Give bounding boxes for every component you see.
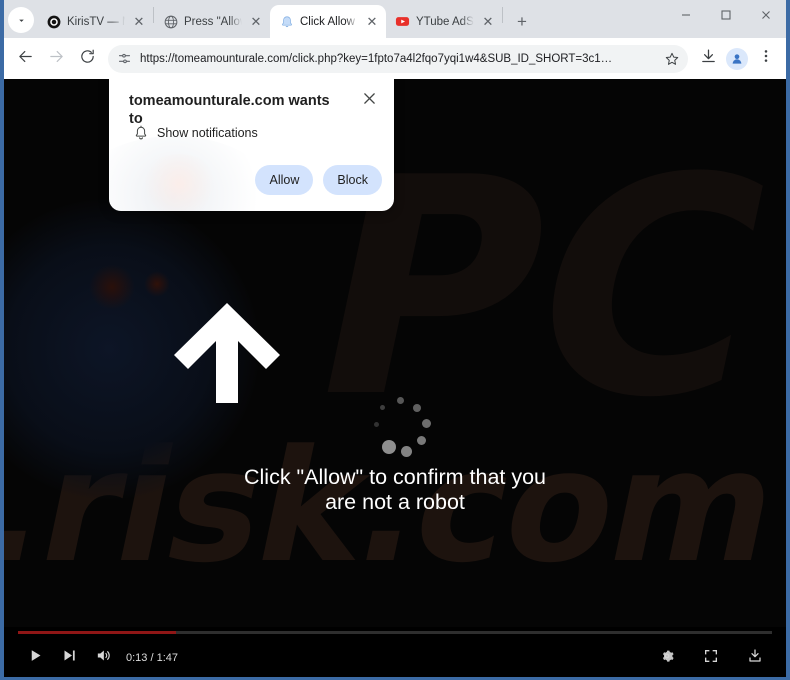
tab-title: Press "Allow" to	[184, 15, 242, 28]
page-content: PC .risk.com Click "Allow" to confirm th…	[4, 79, 786, 677]
arrow-left-icon	[17, 48, 34, 70]
globe-icon	[163, 14, 178, 29]
fullscreen-icon	[703, 648, 719, 669]
maximize-button[interactable]	[706, 0, 746, 30]
next-track-icon	[62, 648, 77, 668]
bell-blue-icon	[279, 14, 294, 29]
play-button[interactable]	[18, 643, 52, 673]
minimize-button[interactable]	[666, 0, 706, 30]
download-icon	[747, 648, 763, 669]
call-to-action-text: Click "Allow" to confirm that you are no…	[4, 465, 786, 515]
tab-search-button[interactable]	[8, 7, 34, 33]
dialog-title: tomeamounturale.com wants to	[129, 93, 330, 127]
download-video-button[interactable]	[738, 643, 772, 673]
downloads-button[interactable]	[694, 45, 722, 73]
dialog-actions: Allow Block	[255, 165, 382, 195]
tab-close-icon[interactable]: ✕	[131, 14, 147, 30]
three-dots-icon	[758, 48, 774, 69]
settings-button[interactable]	[650, 643, 684, 673]
tab-list: KirisTV — Movie ✕ Press "Allow" to ✕	[37, 0, 535, 38]
tab-close-icon[interactable]: ✕	[248, 14, 264, 30]
reload-icon	[79, 48, 96, 70]
next-button[interactable]	[52, 643, 86, 673]
tab-press-allow[interactable]: Press "Allow" to ✕	[154, 5, 270, 38]
bell-icon	[133, 125, 149, 146]
dialog-close-button[interactable]	[358, 90, 380, 112]
new-tab-button[interactable]: +	[509, 8, 535, 34]
close-icon	[363, 92, 376, 110]
loading-spinner-icon	[370, 397, 432, 459]
video-time-display: 0:13 / 1:47	[126, 652, 178, 664]
tab-close-icon[interactable]: ✕	[480, 14, 496, 30]
tab-title: Click Allow	[300, 15, 355, 28]
forward-button[interactable]	[41, 44, 71, 74]
video-control-bar: 0:13 / 1:47	[4, 639, 786, 677]
play-icon	[28, 648, 43, 668]
permission-label: Show notifications	[157, 126, 258, 140]
close-button[interactable]	[746, 0, 786, 30]
video-player-controls: 0:13 / 1:47	[4, 627, 786, 677]
url-text: https://tomeamounturale.com/click.php?ke…	[140, 52, 613, 65]
dark-disc-icon	[46, 14, 61, 29]
tab-click-allow[interactable]: Click Allow ✕	[270, 5, 386, 38]
window-controls	[666, 0, 786, 38]
bookmark-star-icon[interactable]	[664, 51, 680, 67]
volume-button[interactable]	[86, 643, 120, 673]
tab-ytube-adskipper[interactable]: YTube AdSkippe ✕	[386, 5, 502, 38]
notification-permission-dialog: tomeamounturale.com wants to Show notifi…	[109, 79, 394, 211]
cta-line-2: are not a robot	[325, 490, 465, 514]
reload-button[interactable]	[72, 44, 102, 74]
profile-button[interactable]	[723, 45, 751, 73]
tab-kiristv[interactable]: KirisTV — Movie ✕	[37, 5, 153, 38]
browser-toolbar: https://tomeamounturale.com/click.php?ke…	[4, 38, 786, 79]
up-arrow-icon	[174, 303, 280, 408]
download-icon	[700, 48, 717, 70]
youtube-icon	[395, 14, 410, 29]
chevron-down-icon	[16, 15, 27, 26]
browser-window: KirisTV — Movie ✕ Press "Allow" to ✕	[0, 0, 790, 680]
tab-close-icon[interactable]: ✕	[364, 14, 380, 30]
fullscreen-button[interactable]	[694, 643, 728, 673]
site-settings-icon[interactable]	[117, 51, 132, 66]
gear-icon	[659, 648, 675, 669]
volume-icon	[95, 647, 112, 669]
tab-strip: KirisTV — Movie ✕ Press "Allow" to ✕	[4, 0, 786, 38]
tab-title: KirisTV — Movie	[67, 15, 125, 28]
background-glow-red-2	[144, 271, 170, 297]
background-glow-red-1	[89, 264, 135, 310]
tab-title: YTube AdSkippe	[416, 15, 474, 28]
address-bar[interactable]: https://tomeamounturale.com/click.php?ke…	[108, 44, 688, 73]
avatar	[726, 47, 748, 70]
video-progress-bar[interactable]	[18, 631, 772, 634]
cta-line-1: Click "Allow" to confirm that you	[243, 465, 547, 489]
back-button[interactable]	[10, 44, 40, 74]
tab-separator	[502, 6, 503, 23]
chrome-menu-button[interactable]	[752, 45, 780, 73]
video-progress-fill	[18, 631, 177, 634]
arrow-right-icon	[48, 48, 65, 70]
block-button[interactable]: Block	[323, 165, 382, 195]
allow-button[interactable]: Allow	[255, 165, 314, 195]
video-right-controls	[650, 643, 772, 673]
dialog-backdrop-shade-warm	[139, 154, 219, 211]
